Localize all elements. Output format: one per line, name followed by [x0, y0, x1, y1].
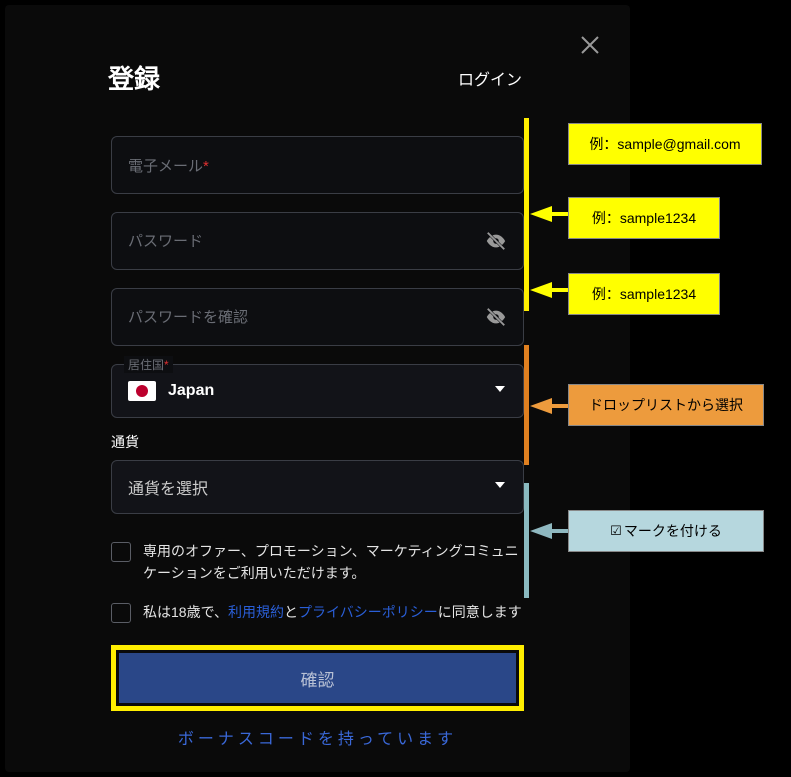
- bonus-code-link[interactable]: ボーナスコードを持っています: [111, 725, 524, 749]
- orange-accent-bar: [524, 345, 529, 465]
- confirm-highlight: 確認: [111, 645, 524, 711]
- arrow-icon: [530, 282, 552, 298]
- password-field-wrap[interactable]: [111, 212, 524, 270]
- chevron-down-icon: [493, 382, 507, 401]
- currency-label: 通貨: [111, 432, 524, 452]
- callout-dropdown: ドロップリストから選択: [568, 384, 764, 426]
- country-label: 居住国*: [124, 356, 173, 373]
- modal-header: 登録 ログイン: [33, 59, 602, 96]
- marketing-checkbox-row: 専用のオファー、プロモーション、マーケティングコミュニケーションをご利用いただけ…: [111, 540, 524, 585]
- privacy-policy-link[interactable]: プライバシーポリシー: [298, 604, 438, 620]
- login-link[interactable]: ログイン: [458, 66, 522, 90]
- eye-off-icon[interactable]: [485, 230, 507, 252]
- email-field-wrap[interactable]: 電子メール*: [111, 136, 524, 194]
- password-confirm-field-wrap[interactable]: [111, 288, 524, 346]
- callout-password-confirm: 例：sample1234: [568, 273, 720, 315]
- terms-label: 私は18歳で、利用規約とプライバシーポリシーに同意します: [143, 601, 522, 623]
- callout-password: 例：sample1234: [568, 197, 720, 239]
- registration-modal: 登録 ログイン 電子メール* 居住国* Japan: [5, 5, 630, 772]
- form: 電子メール* 居住国* Japan 通貨: [33, 136, 602, 749]
- close-button[interactable]: [578, 33, 608, 63]
- arrow-icon: [530, 206, 552, 222]
- country-value: Japan: [168, 382, 493, 400]
- modal-title: 登録: [108, 59, 160, 96]
- arrow-icon: [530, 523, 552, 539]
- marketing-label: 専用のオファー、プロモーション、マーケティングコミュニケーションをご利用いただけ…: [143, 540, 524, 585]
- japan-flag-icon: [128, 381, 156, 401]
- callout-checkmark: ☑マークを付ける: [568, 510, 764, 552]
- currency-select[interactable]: 通貨を選択: [111, 460, 524, 514]
- eye-off-icon[interactable]: [485, 306, 507, 328]
- teal-accent-bar: [524, 483, 529, 598]
- close-icon: [578, 33, 602, 57]
- confirm-button[interactable]: 確認: [119, 653, 516, 703]
- currency-placeholder: 通貨を選択: [128, 475, 493, 499]
- callout-email: 例：sample@gmail.com: [568, 123, 762, 165]
- terms-checkbox[interactable]: [111, 603, 131, 623]
- terms-checkbox-row: 私は18歳で、利用規約とプライバシーポリシーに同意します: [111, 601, 524, 623]
- arrow-icon: [530, 398, 552, 414]
- chevron-down-icon: [493, 478, 507, 497]
- country-select[interactable]: 居住国* Japan: [111, 364, 524, 418]
- password-input[interactable]: [128, 233, 485, 250]
- terms-of-service-link[interactable]: 利用規約: [228, 604, 284, 620]
- marketing-checkbox[interactable]: [111, 542, 131, 562]
- yellow-accent-bar: [524, 118, 529, 311]
- password-confirm-input[interactable]: [128, 309, 485, 326]
